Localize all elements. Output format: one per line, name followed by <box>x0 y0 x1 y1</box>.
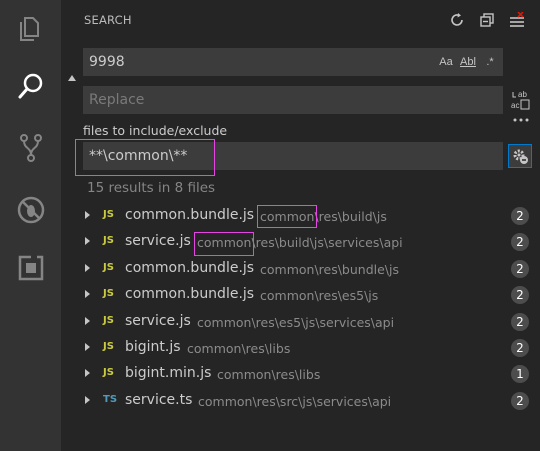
match-count-badge: 2 <box>511 233 529 252</box>
svg-text:ac: ac <box>511 101 519 110</box>
result-file-name: service.ts <box>125 391 193 408</box>
activity-bar <box>0 0 61 451</box>
result-file-row[interactable]: JS service.js common\res\build\js\services… <box>61 229 540 257</box>
chevron-right-icon[interactable] <box>85 369 90 378</box>
replace-box <box>83 86 503 114</box>
result-file-name: common.bundle.js <box>125 286 255 303</box>
chevron-right-icon[interactable] <box>85 237 90 246</box>
files-icon[interactable] <box>0 0 61 56</box>
extensions-icon[interactable] <box>0 240 61 296</box>
result-file-path: common\res\es5\js\services\api <box>197 314 395 330</box>
result-file-row[interactable]: JS common.bundle.js common\res\build\js 2 <box>61 203 540 229</box>
chevron-right-icon[interactable] <box>85 316 90 325</box>
search-icon[interactable] <box>0 58 61 114</box>
source-control-icon[interactable] <box>0 120 61 176</box>
results-summary: 15 results in 8 files <box>87 180 216 196</box>
replace-input[interactable] <box>83 86 503 114</box>
match-count-badge: 2 <box>511 312 529 331</box>
search-options: Aa Abl .* <box>437 53 499 71</box>
javascript-file-icon: JS <box>103 288 114 300</box>
refresh-icon[interactable] <box>444 7 470 33</box>
search-sidebar: SEARCH 9998 Aa Abl .* Replace ab ac file… <box>61 0 540 451</box>
title-actions <box>444 7 530 33</box>
result-file-row[interactable]: JS common.bundle.js common\res\es5\js 2 <box>61 282 540 308</box>
regex-toggle[interactable]: .* <box>481 53 499 71</box>
debug-icon[interactable] <box>0 182 61 238</box>
javascript-file-icon: JS <box>103 340 114 352</box>
include-label: files to include/exclude <box>83 123 228 138</box>
svg-text:ab: ab <box>518 90 527 99</box>
match-count-badge: 2 <box>511 259 529 278</box>
match-count-badge: 2 <box>511 207 529 225</box>
chevron-right-icon[interactable] <box>85 263 90 272</box>
typescript-file-icon: TS <box>103 393 118 405</box>
result-file-path: common\res\build\js <box>260 209 387 224</box>
javascript-file-icon: JS <box>103 314 114 326</box>
include-input[interactable] <box>83 142 503 170</box>
clear-results-icon[interactable] <box>504 7 530 33</box>
result-file-path: common\res\build\js\services\api <box>197 235 403 251</box>
result-file-path: common\res\libs <box>187 340 291 356</box>
result-file-row[interactable]: JS common.bundle.js common\res\bundle\js 2 <box>61 256 540 282</box>
chevron-right-icon[interactable] <box>85 342 90 351</box>
collapse-all-icon[interactable] <box>474 7 500 33</box>
result-file-name: service.js <box>125 312 191 329</box>
result-file-name: bigint.js <box>125 338 181 355</box>
chevron-right-icon[interactable] <box>85 290 90 299</box>
result-file-name: common.bundle.js <box>125 207 255 223</box>
search-input[interactable] <box>83 48 423 76</box>
javascript-file-icon: JS <box>103 261 114 273</box>
match-count-badge: 2 <box>511 391 529 410</box>
match-count-badge: 2 <box>511 286 529 305</box>
javascript-file-icon: JS <box>103 367 114 379</box>
result-file-path: common\res\libs <box>217 367 321 383</box>
match-count-badge: 1 <box>511 365 529 384</box>
result-file-path: common\res\bundle\js <box>260 261 400 277</box>
result-file-name: service.js <box>125 233 191 250</box>
result-file-row[interactable]: JS bigint.min.js common\res\libs 1 <box>61 361 540 387</box>
search-box: Aa Abl .* <box>83 48 503 76</box>
chevron-right-icon[interactable] <box>85 395 90 404</box>
toggle-details-icon[interactable] <box>512 114 530 128</box>
toggle-replace-icon[interactable] <box>68 75 76 81</box>
result-file-path: common\res\src\js\services\api <box>198 393 392 409</box>
result-file-name: bigint.min.js <box>125 365 212 382</box>
match-case-toggle[interactable]: Aa <box>437 53 455 71</box>
result-file-row[interactable]: JS bigint.js common\res\libs 2 <box>61 335 540 361</box>
result-file-row[interactable]: TS service.ts common\res\src\js\services\a… <box>61 388 540 414</box>
replace-all-icon[interactable]: ab ac <box>510 89 530 111</box>
include-box <box>83 142 503 170</box>
javascript-file-icon: JS <box>103 235 114 247</box>
result-file-path: common\res\es5\js <box>260 288 379 304</box>
match-count-badge: 2 <box>511 338 529 357</box>
chevron-right-icon[interactable] <box>85 211 90 219</box>
result-file-name: common.bundle.js <box>125 259 255 276</box>
javascript-file-icon: JS <box>103 209 114 220</box>
sidebar-title: SEARCH <box>84 13 132 27</box>
whole-word-toggle[interactable]: Abl <box>459 53 477 71</box>
result-file-row[interactable]: JS service.js common\res\es5\js\services\a… <box>61 309 540 335</box>
use-exclude-settings-icon[interactable] <box>508 144 532 168</box>
results-list: JS common.bundle.js common\res\build\js 2 JS… <box>61 203 540 414</box>
